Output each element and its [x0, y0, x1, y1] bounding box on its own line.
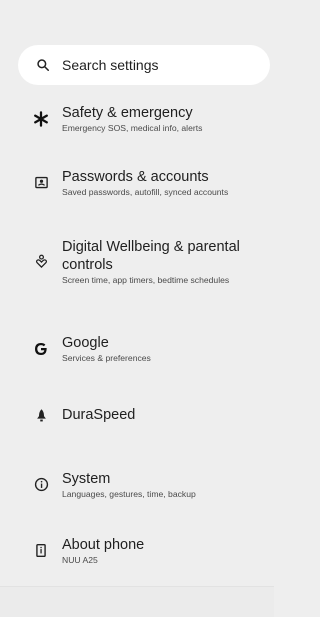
info-icon	[31, 475, 51, 495]
item-subtitle: NUU A25	[62, 555, 98, 565]
settings-item-about-phone[interactable]: About phone NUU A25	[0, 536, 274, 566]
asterisk-icon	[31, 109, 51, 129]
item-subtitle: Services & preferences	[62, 353, 151, 363]
item-title: DuraSpeed	[62, 407, 136, 423]
search-icon	[36, 58, 50, 72]
settings-item-safety-emergency[interactable]: Safety & emergency Emergency SOS, medica…	[0, 104, 274, 134]
phone-info-icon	[31, 541, 51, 561]
item-subtitle: Languages, gestures, time, backup	[62, 489, 196, 499]
item-title: System	[62, 471, 111, 487]
bottom-bar	[0, 586, 274, 617]
wellbeing-icon	[31, 252, 51, 272]
item-title: Digital Wellbeing & parental controls	[62, 239, 240, 273]
settings-item-digital-wellbeing[interactable]: Digital Wellbeing & parental controls Sc…	[0, 238, 274, 286]
item-title: Passwords & accounts	[62, 169, 209, 185]
settings-item-system[interactable]: System Languages, gestures, time, backup	[0, 470, 274, 500]
item-title: Google	[62, 335, 109, 351]
settings-item-duraspeed[interactable]: DuraSpeed	[0, 405, 274, 425]
item-subtitle: Emergency SOS, medical info, alerts	[62, 123, 203, 133]
item-title: About phone	[62, 537, 145, 553]
rocket-icon	[31, 405, 51, 425]
item-subtitle: Saved passwords, autofill, synced accoun…	[62, 187, 229, 197]
search-placeholder: Search settings	[62, 57, 159, 73]
settings-item-google[interactable]: Google Services & preferences	[0, 334, 274, 364]
password-icon	[31, 173, 51, 193]
settings-item-passwords-accounts[interactable]: Passwords & accounts Saved passwords, au…	[0, 168, 274, 198]
google-icon	[31, 339, 51, 359]
item-subtitle: Screen time, app timers, bedtime schedul…	[62, 275, 230, 285]
item-title: Safety & emergency	[62, 105, 193, 121]
search-settings-bar[interactable]: Search settings	[18, 45, 270, 85]
